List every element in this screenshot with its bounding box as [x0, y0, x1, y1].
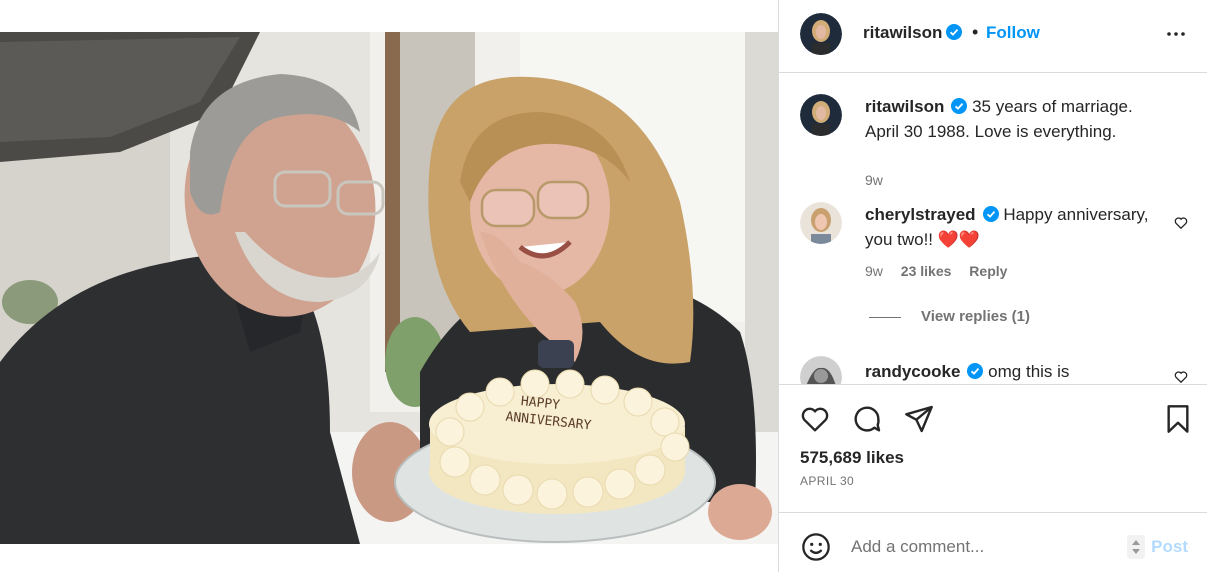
add-comment-input[interactable] — [851, 533, 1111, 561]
comment-timestamp[interactable]: 9w — [865, 263, 883, 279]
reply-button[interactable]: Reply — [969, 263, 1007, 279]
caption-username[interactable]: ritawilson — [865, 97, 944, 116]
separator-dot: • — [972, 22, 979, 42]
more-options-icon[interactable] — [1164, 22, 1188, 46]
paper-plane-icon[interactable] — [903, 403, 935, 435]
spinner-arrows-icon[interactable] — [1127, 535, 1145, 559]
comment-like-heart-icon[interactable] — [1174, 216, 1188, 230]
comment-text-block: randycooke omg this is — [865, 359, 1165, 384]
comment-username[interactable]: cherylstrayed — [865, 205, 976, 224]
post-media-panel: HAPPY ANNIVERSARY — [0, 0, 778, 572]
view-replies-label: View replies (1) — [921, 308, 1030, 325]
verified-badge-icon — [946, 24, 963, 40]
author-avatar[interactable] — [800, 13, 842, 55]
post-photo[interactable]: HAPPY ANNIVERSARY — [0, 32, 778, 544]
bookmark-icon[interactable] — [1162, 403, 1194, 435]
verified-badge-icon — [982, 204, 999, 222]
post-header: ritawilson • Follow — [779, 0, 1207, 73]
caption-author-avatar[interactable] — [800, 94, 842, 136]
post-comment-button[interactable]: Post — [1151, 537, 1188, 557]
commenter-avatar[interactable] — [800, 202, 842, 244]
caption-timestamp[interactable]: 9w — [865, 172, 883, 188]
author-username[interactable]: ritawilson — [863, 23, 963, 43]
replies-divider-line — [869, 316, 901, 318]
heart-icon[interactable] — [799, 403, 831, 435]
view-replies-button[interactable]: View replies (1) — [869, 308, 1030, 325]
commenter-avatar[interactable] — [800, 356, 842, 384]
comment-bubble-icon[interactable] — [851, 403, 883, 435]
comments-list[interactable]: ritawilson 35 years of marriage. April 3… — [779, 74, 1207, 384]
post-side-panel: ritawilson • Follow ritawilson 35 years … — [778, 0, 1207, 572]
comment-meta: 9w 23 likes Reply — [865, 263, 1021, 279]
comment-text: omg this is — [988, 362, 1070, 381]
verified-badge-icon — [951, 96, 968, 114]
caption-meta: 9w — [865, 172, 897, 188]
anniversary-photo-illustration: HAPPY ANNIVERSARY — [0, 32, 778, 544]
post-date[interactable]: APRIL 30 — [800, 474, 854, 488]
comment-likes-count[interactable]: 23 likes — [901, 263, 952, 279]
verified-badge-icon — [967, 361, 984, 379]
comment-like-heart-icon[interactable] — [1174, 370, 1188, 384]
smiley-icon[interactable] — [800, 531, 832, 563]
comment-username[interactable]: randycooke — [865, 362, 960, 381]
follow-button[interactable]: Follow — [986, 23, 1040, 43]
likes-count[interactable]: 575,689 likes — [800, 448, 904, 468]
comment-text-block: cherylstrayed Happy anniversary, you two… — [865, 202, 1165, 252]
add-comment-bar: Post — [779, 512, 1207, 572]
caption-text-block: ritawilson 35 years of marriage. April 3… — [865, 94, 1165, 144]
post-actions: 575,689 likes APRIL 30 — [779, 384, 1207, 512]
